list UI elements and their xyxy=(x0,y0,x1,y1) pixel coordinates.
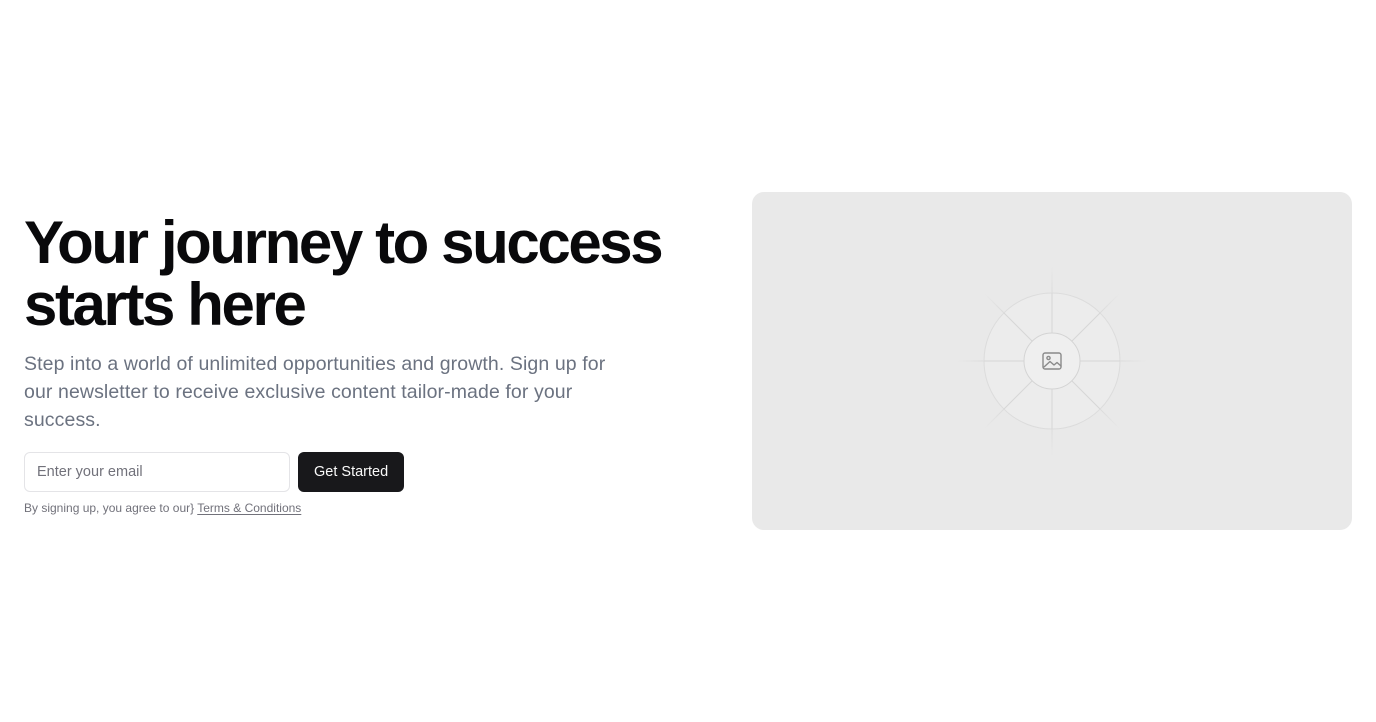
legal-prefix: By signing up, you agree to our} xyxy=(24,501,195,515)
headline-line-1: Your journey to success xyxy=(24,209,664,276)
terms-link[interactable]: Terms & Conditions xyxy=(197,501,301,515)
legal-notice: By signing up, you agree to our} Terms &… xyxy=(24,500,704,516)
hero-image-placeholder xyxy=(752,192,1352,530)
email-input[interactable] xyxy=(24,452,290,492)
headline-line-2: starts here xyxy=(24,271,307,338)
hero-headline: Your journey to success starts here xyxy=(24,212,704,336)
inner-ring xyxy=(1023,332,1081,390)
hero-content: Your journey to success starts here Step… xyxy=(24,212,704,516)
image-placeholder-graphic xyxy=(957,266,1147,456)
hero-section: Your journey to success starts here Step… xyxy=(0,0,1376,722)
signup-form: Get Started xyxy=(24,452,704,492)
hero-subtitle: Step into a world of unlimited opportuni… xyxy=(24,353,606,431)
get-started-button[interactable]: Get Started xyxy=(298,452,405,492)
